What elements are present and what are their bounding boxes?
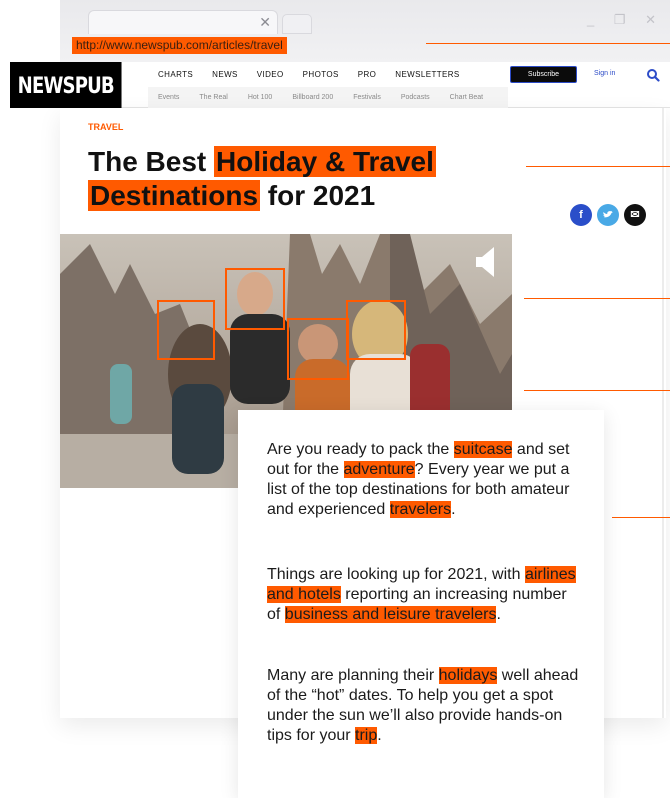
subnav-item-podcasts[interactable]: Podcasts [401, 94, 430, 101]
subnav-item-hot-100[interactable]: Hot 100 [248, 94, 273, 101]
address-bar[interactable]: http://www.newspub.com/articles/travel [72, 37, 287, 54]
speaker-icon[interactable] [474, 246, 496, 278]
page-scrollbar[interactable] [662, 108, 664, 718]
title-text: The Best [88, 146, 215, 177]
subnav-item-chart-beat[interactable]: Chart Beat [450, 94, 483, 101]
sign-in-link[interactable]: Sign in [594, 70, 615, 77]
article-title: The Best Holiday & Travel Destinations f… [88, 145, 508, 213]
twitter-share-icon[interactable] [597, 204, 619, 226]
facebook-share-icon[interactable]: f [570, 204, 592, 226]
site-logo[interactable]: NEWSPUB [10, 62, 122, 108]
nav-item-charts[interactable]: CHARTS [158, 70, 193, 79]
face-detection-box [157, 300, 215, 360]
callout-line-image [524, 390, 670, 391]
callout-line-url [426, 43, 670, 44]
article-paragraph: Are you ready to pack the suitcase and s… [267, 440, 582, 520]
callout-line-faces [524, 298, 670, 299]
twitter-bird-icon [603, 211, 613, 218]
email-share-icon[interactable]: ✉ [624, 204, 646, 226]
article-paragraph: Many are planning their holidays well ah… [267, 666, 582, 746]
nav-item-video[interactable]: VIDEO [257, 70, 284, 79]
paragraph-text: . [377, 727, 382, 744]
callout-line-keywords [612, 517, 670, 518]
site-navbar: NEWSPUB CHARTS NEWS VIDEO PHOTOS PRO NEW… [10, 62, 670, 108]
keyword-highlight: business and leisure travelers [284, 606, 497, 623]
keyword-highlight: holidays [438, 667, 498, 684]
article-paragraph: Things are looking up for 2021, with air… [267, 565, 582, 625]
browser-tab[interactable]: ✕ [88, 10, 278, 34]
keyword-highlight: adventure [343, 461, 415, 478]
nav-item-pro[interactable]: PRO [358, 70, 377, 79]
paragraph-text: . [496, 606, 501, 623]
title-highlight: Destinations [88, 180, 261, 211]
title-highlight: Holiday & Travel [214, 146, 436, 177]
window-controls-icon[interactable]: _ ❐ ✕ [587, 12, 664, 28]
paragraph-text: Are you ready to pack the [267, 441, 454, 458]
subnav-item-billboard-200[interactable]: Billboard 200 [292, 94, 333, 101]
tab-close-icon[interactable]: ✕ [259, 14, 271, 30]
nav-item-newsletters[interactable]: NEWSLETTERS [395, 70, 459, 79]
face-detection-box [346, 300, 406, 360]
subnav-item-the-real[interactable]: The Real [199, 94, 227, 101]
face-detection-box [225, 268, 285, 330]
keyword-highlight: travelers [389, 501, 452, 518]
keyword-highlight: trip [355, 727, 378, 744]
title-text: for 2021 [260, 180, 376, 211]
nav-item-photos[interactable]: PHOTOS [303, 70, 339, 79]
sub-nav: Events The Real Hot 100 Billboard 200 Fe… [148, 87, 508, 108]
face-detection-box [287, 318, 349, 380]
nav-item-news[interactable]: NEWS [212, 70, 238, 79]
main-nav: CHARTS NEWS VIDEO PHOTOS PRO NEWSLETTERS [158, 70, 479, 79]
new-tab-button[interactable] [282, 14, 312, 34]
callout-line-title [526, 166, 670, 167]
paragraph-text: Things are looking up for 2021, with [267, 566, 525, 583]
article-section-tag[interactable]: TRAVEL [88, 122, 123, 132]
subnav-item-events[interactable]: Events [158, 94, 179, 101]
paragraph-text: . [451, 501, 456, 518]
subnav-item-festivals[interactable]: Festivals [353, 94, 381, 101]
subscribe-button[interactable]: Subscribe [510, 66, 577, 83]
search-icon[interactable] [646, 68, 660, 82]
browser-window-chrome: ✕ _ ❐ ✕ http://www.newspub.com/articles/… [60, 0, 670, 62]
keyword-highlight: suitcase [453, 441, 513, 458]
paragraph-text: Many are planning their [267, 667, 439, 684]
article-text-card: Are you ready to pack the suitcase and s… [238, 410, 604, 798]
